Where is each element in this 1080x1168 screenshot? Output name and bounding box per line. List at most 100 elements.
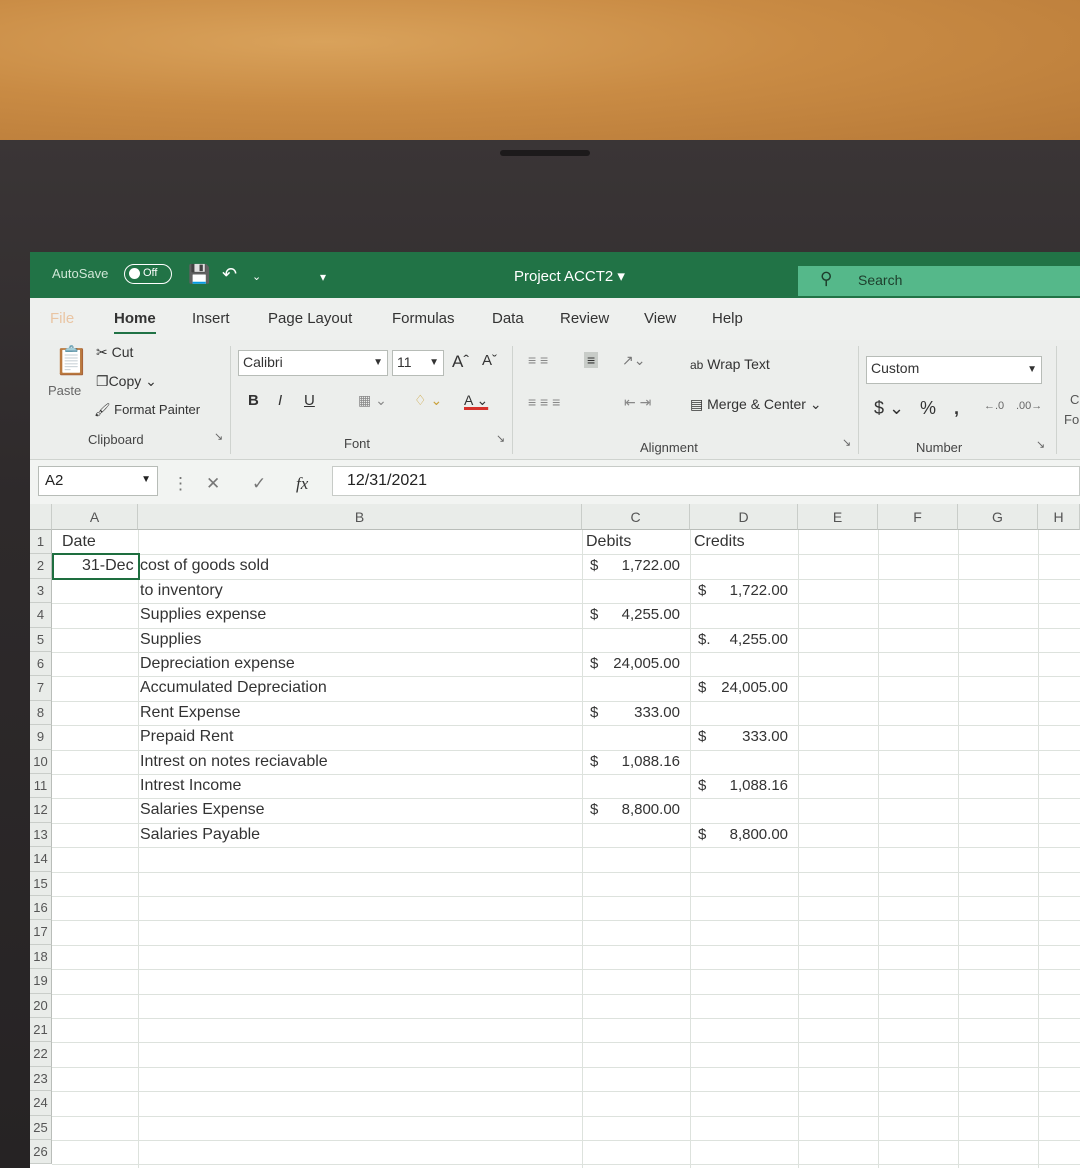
row-header-1[interactable]: 1 bbox=[30, 530, 52, 555]
row-header-5[interactable]: 5 bbox=[30, 627, 52, 652]
alignment-launcher-icon[interactable]: ↘ bbox=[842, 436, 851, 449]
decrease-decimal-icon[interactable]: .00→ bbox=[1016, 400, 1042, 412]
font-size-select[interactable]: 11 ▼ bbox=[392, 350, 444, 376]
search-box[interactable]: ⚲ Search bbox=[798, 266, 1080, 296]
cell-a1[interactable]: Date bbox=[62, 533, 96, 551]
cell-b10[interactable]: Intrest on notes reciavable bbox=[140, 753, 328, 771]
column-header-a[interactable]: A bbox=[52, 504, 138, 530]
decrease-font-icon[interactable]: Aˇ bbox=[482, 352, 497, 369]
cancel-icon[interactable]: ✕ bbox=[206, 474, 220, 494]
row-header-3[interactable]: 3 bbox=[30, 578, 52, 604]
cell-c8[interactable]: 333.00 bbox=[606, 704, 680, 721]
row-header-12[interactable]: 12 bbox=[30, 798, 52, 823]
cell-d5[interactable]: 4,255.00 bbox=[714, 631, 788, 648]
column-header-e[interactable]: E bbox=[798, 504, 878, 530]
cell-b6[interactable]: Depreciation expense bbox=[140, 655, 295, 673]
cell-b9[interactable]: Prepaid Rent bbox=[140, 728, 233, 746]
tab-view[interactable]: View bbox=[644, 310, 676, 327]
conditional-format-partial[interactable]: C bbox=[1070, 392, 1079, 407]
undo-dropdown-icon[interactable]: ⌄ bbox=[252, 270, 261, 283]
tab-page-layout[interactable]: Page Layout bbox=[268, 310, 352, 327]
cell-d13[interactable]: 8,800.00 bbox=[714, 826, 788, 843]
row-header-17[interactable]: 17 bbox=[30, 920, 52, 945]
formula-input[interactable]: 12/31/2021 bbox=[332, 466, 1080, 496]
column-header-b[interactable]: B bbox=[138, 504, 582, 530]
row-header-2[interactable]: 2 bbox=[30, 554, 52, 579]
align-left-icon[interactable]: ≡ ≡ ≡ bbox=[528, 394, 560, 410]
tab-home[interactable]: Home bbox=[114, 310, 156, 334]
row-header-26[interactable]: 26 bbox=[30, 1140, 52, 1165]
cell-b5[interactable]: Supplies bbox=[140, 631, 201, 649]
cell-b12[interactable]: Salaries Expense bbox=[140, 801, 265, 819]
row-header-19[interactable]: 19 bbox=[30, 969, 52, 994]
borders-icon[interactable]: ▦ ⌄ bbox=[358, 392, 387, 409]
cell-d9[interactable]: 333.00 bbox=[714, 728, 788, 745]
cell-c4[interactable]: 4,255.00 bbox=[606, 606, 680, 623]
worksheet-grid[interactable]: A B C D E F G H 1 2 3 4 5 6 7 8 9 10 11 12 13 14 15 16 17 18 19 20 2… bbox=[30, 504, 1080, 1168]
row-header-15[interactable]: 15 bbox=[30, 871, 52, 896]
cell-d3[interactable]: 1,722.00 bbox=[714, 582, 788, 599]
row-header-16[interactable]: 16 bbox=[30, 896, 52, 921]
enter-check-icon[interactable]: ✓ bbox=[252, 474, 266, 494]
align-bottom-icon[interactable]: ≡ bbox=[584, 352, 599, 368]
cell-d7[interactable]: 24,005.00 bbox=[714, 679, 788, 696]
font-name-select[interactable]: Calibri ▼ bbox=[238, 350, 388, 376]
column-header-h[interactable]: H bbox=[1038, 504, 1080, 530]
row-header-4[interactable]: 4 bbox=[30, 603, 52, 628]
name-box[interactable]: A2 ▼ bbox=[38, 466, 158, 496]
comma-style-button[interactable]: , bbox=[954, 398, 959, 419]
cut-button[interactable]: ✂ Cut bbox=[96, 344, 133, 361]
row-header-22[interactable]: 22 bbox=[30, 1042, 52, 1067]
cell-c1[interactable]: Debits bbox=[586, 533, 631, 551]
paste-icon[interactable]: 📋 bbox=[54, 344, 89, 377]
cell-a2[interactable]: 31-Dec bbox=[82, 557, 134, 575]
row-header-7[interactable]: 7 bbox=[30, 676, 52, 701]
row-header-14[interactable]: 14 bbox=[30, 847, 52, 872]
row-header-10[interactable]: 10 bbox=[30, 749, 52, 774]
row-header-6[interactable]: 6 bbox=[30, 652, 52, 677]
italic-button[interactable]: I bbox=[278, 392, 282, 409]
column-header-c[interactable]: C bbox=[582, 504, 690, 530]
paste-button[interactable]: Paste bbox=[48, 383, 81, 398]
row-header-23[interactable]: 23 bbox=[30, 1066, 52, 1092]
row-header-20[interactable]: 20 bbox=[30, 993, 52, 1018]
currency-format-button[interactable]: $ ⌄ bbox=[874, 398, 904, 419]
document-title[interactable]: Project ACCT2 ▾ bbox=[514, 267, 625, 285]
fill-color-icon[interactable]: ♢ ⌄ bbox=[414, 392, 442, 409]
cell-b7[interactable]: Accumulated Depreciation bbox=[140, 679, 327, 697]
cell-c6[interactable]: 24,005.00 bbox=[606, 655, 680, 672]
row-header-21[interactable]: 21 bbox=[30, 1018, 52, 1043]
row-header-13[interactable]: 13 bbox=[30, 822, 52, 848]
font-launcher-icon[interactable]: ↘ bbox=[496, 432, 505, 445]
cell-b11[interactable]: Intrest Income bbox=[140, 777, 241, 795]
cell-c2[interactable]: 1,722.00 bbox=[606, 557, 680, 574]
save-icon[interactable]: 💾 bbox=[188, 264, 210, 285]
cell-b2[interactable]: cost of goods sold bbox=[140, 557, 269, 575]
row-header-24[interactable]: 24 bbox=[30, 1091, 52, 1116]
cell-b8[interactable]: Rent Expense bbox=[140, 704, 241, 722]
indent-icon[interactable]: ⇤ ⇥ bbox=[624, 394, 651, 411]
tab-formulas[interactable]: Formulas bbox=[392, 310, 455, 327]
increase-font-icon[interactable]: Aˆ bbox=[452, 352, 469, 372]
clipboard-launcher-icon[interactable]: ↘ bbox=[214, 430, 223, 443]
cell-b4[interactable]: Supplies expense bbox=[140, 606, 266, 624]
column-header-f[interactable]: F bbox=[878, 504, 958, 530]
cell-d1[interactable]: Credits bbox=[694, 533, 745, 551]
cell-d11[interactable]: 1,088.16 bbox=[714, 777, 788, 794]
more-options-icon[interactable]: ⋮ bbox=[172, 474, 189, 494]
cell-b13[interactable]: Salaries Payable bbox=[140, 826, 260, 844]
column-header-g[interactable]: G bbox=[958, 504, 1038, 530]
bold-button[interactable]: B bbox=[248, 392, 259, 409]
row-header-18[interactable]: 18 bbox=[30, 944, 52, 970]
cell-c10[interactable]: 1,088.16 bbox=[606, 753, 680, 770]
customize-toolbar-icon[interactable]: ▾ bbox=[320, 270, 326, 284]
tab-data[interactable]: Data bbox=[492, 310, 524, 327]
font-color-icon[interactable]: A ⌄ bbox=[464, 392, 488, 409]
cell-c12[interactable]: 8,800.00 bbox=[606, 801, 680, 818]
wrap-text-button[interactable]: ab Wrap Text bbox=[690, 356, 770, 372]
copy-button[interactable]: ❐Copy ⌄ bbox=[96, 373, 157, 390]
increase-decimal-icon[interactable]: ←.0 bbox=[984, 400, 1004, 412]
format-painter-button[interactable]: 🖌 Format Painter bbox=[94, 402, 200, 418]
autosave-toggle[interactable]: Off bbox=[124, 264, 172, 284]
underline-button[interactable]: U bbox=[304, 392, 315, 409]
